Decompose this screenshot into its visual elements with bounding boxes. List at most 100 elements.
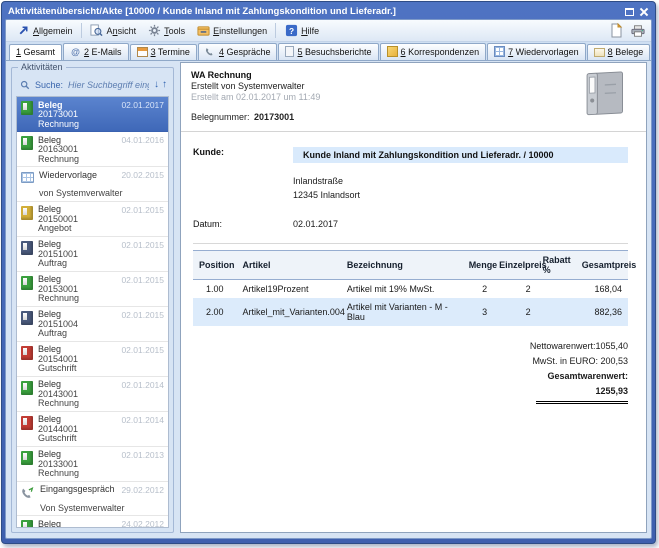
activity-list-item[interactable]: Beleg20143001Rechnung02.01.2014 bbox=[17, 377, 168, 412]
menu-item-label: Hilfe bbox=[301, 26, 319, 36]
tab-label: 6 Korrespondenzen bbox=[401, 47, 480, 57]
tab-termine[interactable]: 3 Termine bbox=[130, 44, 197, 60]
activity-list: Beleg20173001Rechnung02.01.2017Beleg2016… bbox=[16, 96, 169, 528]
app-window: Aktivitätenübersicht/Akte [10000 / Kunde… bbox=[1, 1, 656, 544]
item-date: 02.01.2015 bbox=[121, 310, 164, 320]
tab-belege[interactable]: 8 Belege bbox=[587, 44, 651, 60]
table-row[interactable]: 2.00Artikel_mit_Varianten.004Artikel mit… bbox=[193, 298, 628, 326]
tab-emails[interactable]: @2 E-Mails bbox=[63, 43, 129, 60]
tab-besuchsberichte[interactable]: 5 Besuchsberichte bbox=[278, 43, 378, 60]
item-date: 02.01.2013 bbox=[121, 450, 164, 460]
tab-korrespondenzen[interactable]: 6 Korrespondenzen bbox=[380, 43, 487, 60]
activity-search-input[interactable] bbox=[66, 79, 151, 91]
item-date: 02.01.2014 bbox=[121, 415, 164, 425]
menu-item-label: Allgemein bbox=[33, 26, 73, 36]
item-date: 24.02.2012 bbox=[121, 519, 164, 528]
tab-gespraeche[interactable]: 4 Gespräche bbox=[198, 43, 278, 60]
report-tab-icon bbox=[285, 46, 294, 57]
menu-item-label: Einstellungen bbox=[213, 26, 267, 36]
tab-gesamt[interactable]: 1 Gesamt bbox=[9, 44, 62, 61]
menu-item-allgemein[interactable]: Allgemein bbox=[11, 22, 78, 40]
netto-row: Nettowarenwert:1055,40 bbox=[448, 339, 628, 354]
item-date: 02.01.2015 bbox=[121, 345, 164, 355]
settings-icon bbox=[196, 24, 210, 38]
correspondence-tab-icon bbox=[387, 46, 398, 57]
activity-list-item[interactable]: Beleg20173001Rechnung02.01.2017 bbox=[17, 97, 168, 132]
address-line: 12345 Inlandsort bbox=[293, 188, 636, 202]
beleg-number-row: Belegnummer: 20173001 bbox=[191, 112, 636, 123]
tab-label: 3 Termine bbox=[151, 47, 190, 57]
binder-navy-icon bbox=[21, 241, 33, 255]
beleg-number-value: 20173001 bbox=[254, 112, 294, 122]
window-title: Aktivitätenübersicht/Akte [10000 / Kunde… bbox=[8, 6, 396, 17]
table-header-cell: Rabatt % bbox=[537, 251, 576, 280]
table-row[interactable]: 1.00Artikel19ProzentArtikel mit 19% MwSt… bbox=[193, 280, 628, 299]
close-icon[interactable] bbox=[639, 7, 649, 17]
activities-group-label: Aktivitäten bbox=[18, 62, 66, 72]
print-button[interactable] bbox=[630, 23, 646, 39]
restore-icon[interactable] bbox=[625, 8, 634, 16]
menu-item-einstellungen[interactable]: Einstellungen bbox=[191, 22, 272, 40]
activity-list-item[interactable]: Beleg20144001Gutschrift02.01.2014 bbox=[17, 412, 168, 447]
activity-list-item[interactable]: Beleg20153001Rechnung02.01.2015 bbox=[17, 272, 168, 307]
binder-green-icon bbox=[21, 520, 33, 528]
address-line: Inlandstraße bbox=[293, 174, 636, 188]
item-kind: Rechnung bbox=[38, 294, 79, 304]
content-area: Aktivitäten Suche: ↓ ↑ Beleg20173001Rech… bbox=[6, 61, 651, 538]
binder-green-icon bbox=[21, 101, 33, 115]
gesamt-value: 1255,93 bbox=[448, 384, 628, 399]
menu-item-ansicht[interactable]: Ansicht bbox=[85, 22, 142, 40]
activity-list-item[interactable]: Beleg20151001Auftrag02.01.2015 bbox=[17, 237, 168, 272]
tab-label: 7 Wiedervorlagen bbox=[508, 47, 579, 57]
detail-header: WA Rechnung Erstellt von Systemverwalter… bbox=[181, 63, 646, 132]
table-cell: 168,04 bbox=[576, 280, 628, 299]
activity-list-item[interactable]: Beleg20163001Rechnung04.01.2016 bbox=[17, 132, 168, 167]
activity-list-item[interactable]: Beleg20150001Angebot02.01.2015 bbox=[17, 202, 168, 237]
beleg-number-label: Belegnummer: bbox=[191, 112, 250, 122]
search-prev-icon[interactable]: ↑ bbox=[162, 80, 167, 90]
activity-list-item[interactable]: Beleg20154001Gutschrift02.01.2015 bbox=[17, 342, 168, 377]
menu-divider bbox=[275, 23, 276, 38]
print-icon bbox=[631, 24, 645, 38]
item-date: 20.02.2015 bbox=[121, 170, 164, 180]
tab-label: 1 Gesamt bbox=[16, 47, 55, 57]
tab-label: 4 Gespräche bbox=[219, 47, 271, 57]
datum-label: Datum: bbox=[193, 219, 293, 229]
detail-panel: WA Rechnung Erstellt von Systemverwalter… bbox=[180, 62, 647, 533]
binder-icon bbox=[574, 69, 630, 122]
grid-tab-icon bbox=[494, 46, 505, 57]
item-kind: Rechnung bbox=[38, 469, 79, 479]
item-kind: Rechnung bbox=[38, 155, 79, 165]
menu-item-tools[interactable]: Tools bbox=[142, 22, 190, 40]
activities-sidebar: Aktivitäten Suche: ↓ ↑ Beleg20173001Rech… bbox=[11, 67, 174, 533]
menu-bar: Allgemein AnsichtTools Einstellungen? Hilfe bbox=[6, 20, 651, 42]
search-next-icon[interactable]: ↓ bbox=[154, 80, 159, 90]
tab-wiedervorlagen[interactable]: 7 Wiedervorlagen bbox=[487, 43, 586, 60]
table-cell: Artikel_mit_Varianten.004 bbox=[237, 298, 341, 326]
kunde-value[interactable]: Kunde Inland mit Zahlungskondition und L… bbox=[293, 147, 628, 163]
activity-list-item[interactable]: Wiedervorlagevon Systemverwalter20.02.20… bbox=[17, 167, 168, 202]
positions-table: PositionArtikelBezeichnungMengeEinzelpre… bbox=[193, 250, 628, 326]
folder-tab-icon bbox=[594, 48, 605, 57]
kunde-label: Kunde: bbox=[193, 147, 293, 157]
activity-list-item[interactable]: Beleg20151004Auftrag02.01.2015 bbox=[17, 307, 168, 342]
activity-list-item[interactable]: EingangsgesprächVon Systemverwalter29.02… bbox=[17, 482, 168, 517]
activity-list-item[interactable]: Beleg20133001Rechnung02.01.2013 bbox=[17, 447, 168, 482]
item-title: Wiedervorlage bbox=[39, 171, 123, 181]
menu-item-hilfe[interactable]: ? Hilfe bbox=[279, 22, 324, 40]
activity-list-item[interactable]: Beleg20123006Rechnung24.02.2012 bbox=[17, 516, 168, 528]
new-document-button[interactable] bbox=[608, 23, 624, 39]
search-row: Suche: ↓ ↑ bbox=[16, 76, 169, 96]
divider bbox=[193, 243, 628, 244]
new-document-icon bbox=[609, 24, 623, 38]
table-cell: Artikel mit 19% MwSt. bbox=[341, 280, 463, 299]
gesamt-label: Gesamtwarenwert: bbox=[448, 369, 628, 384]
search-label: Suche: bbox=[35, 80, 63, 90]
mwst-row: MwSt. in EURO: 200,53 bbox=[448, 354, 628, 369]
search-icon bbox=[18, 78, 32, 92]
binder-green-icon bbox=[21, 136, 33, 150]
item-kind: Angebot bbox=[38, 224, 78, 234]
calendar-icon bbox=[21, 172, 34, 183]
svg-text:?: ? bbox=[289, 26, 294, 36]
at-icon: @ bbox=[70, 46, 81, 57]
